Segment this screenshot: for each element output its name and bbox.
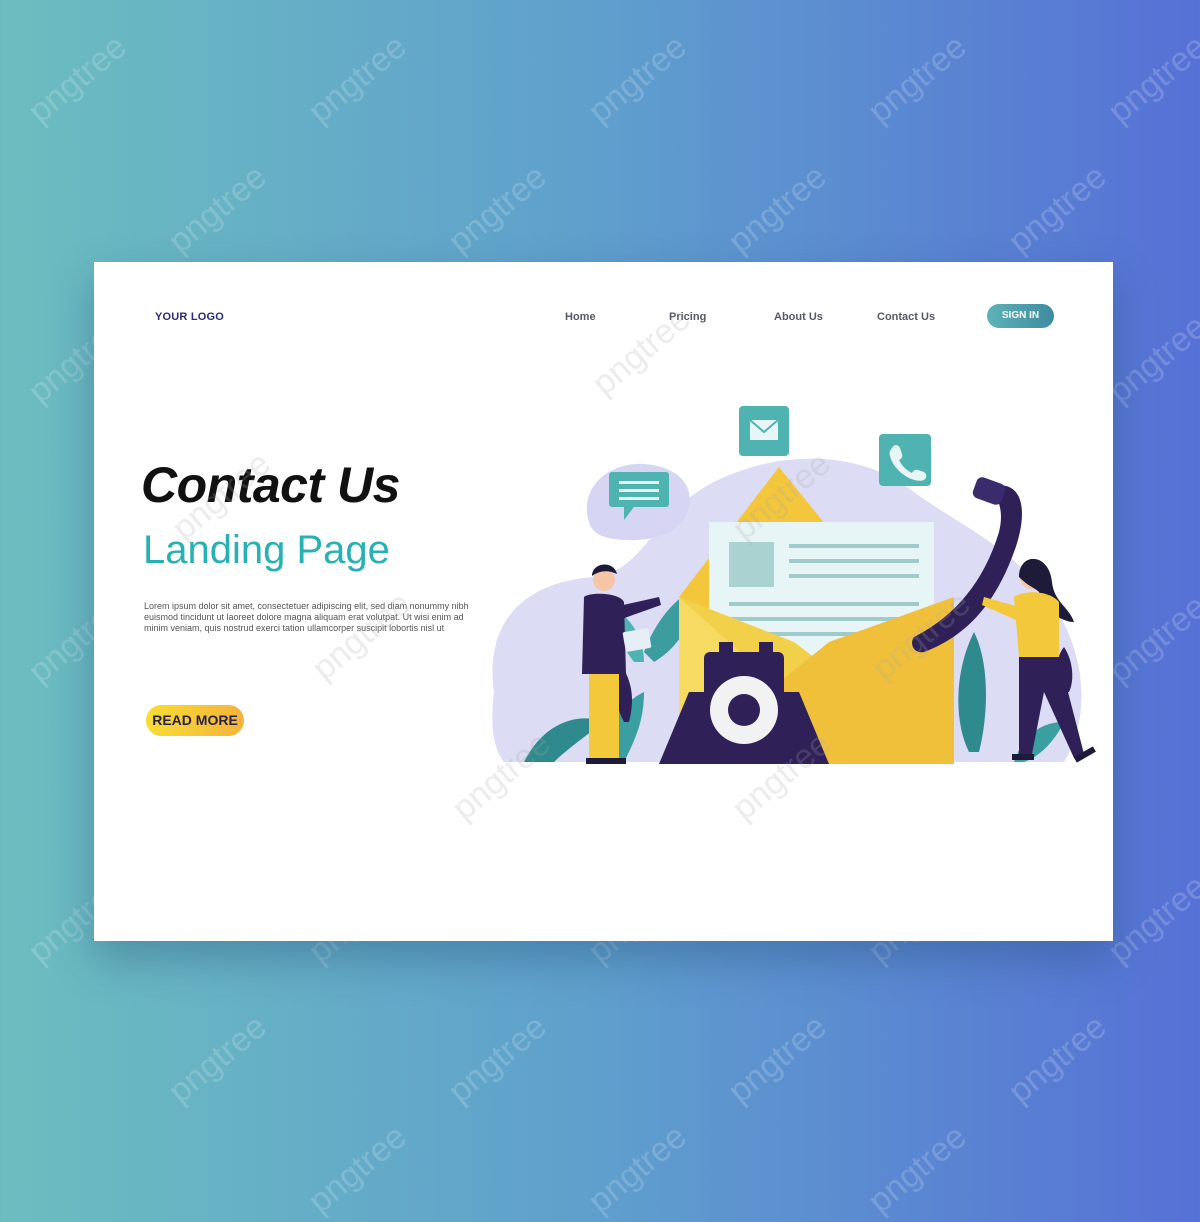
hero-body-text: Lorem ipsum dolor sit amet, consectetuer…	[144, 601, 469, 633]
read-more-button[interactable]: READ MORE	[146, 705, 244, 736]
watermark: pngtree	[580, 1117, 694, 1221]
watermark: pngtree	[440, 157, 554, 261]
landing-page-card: YOUR LOGO Home Pricing About Us Contact …	[94, 262, 1113, 941]
letter-photo	[729, 542, 774, 587]
watermark: pngtree	[1100, 27, 1200, 131]
nav-home[interactable]: Home	[565, 311, 596, 323]
watermark: pngtree	[160, 1007, 274, 1111]
watermark: pngtree	[1000, 1007, 1114, 1111]
watermark: pngtree	[720, 1007, 834, 1111]
man-shoe	[586, 758, 606, 764]
phone-icon	[879, 434, 931, 486]
woman-top	[1014, 592, 1059, 657]
watermark: pngtree	[1100, 307, 1200, 411]
watermark: pngtree	[1100, 867, 1200, 971]
telephone-dial-center	[728, 694, 760, 726]
hero-title: Contact Us	[141, 457, 400, 513]
watermark: pngtree	[300, 1117, 414, 1221]
woman-shoe	[1012, 754, 1034, 760]
contact-illustration	[492, 406, 1096, 764]
telephone-cradle	[719, 642, 733, 656]
man-shoe	[606, 758, 626, 764]
watermark: pngtree	[1100, 587, 1200, 691]
nav-pricing[interactable]: Pricing	[669, 311, 706, 323]
mail-icon	[739, 406, 789, 456]
man-jacket	[582, 593, 626, 674]
nav-contact-us[interactable]: Contact Us	[877, 311, 935, 323]
man-legs	[589, 674, 619, 762]
telephone-cradle	[759, 642, 773, 656]
watermark: pngtree	[720, 157, 834, 261]
letter-line	[789, 544, 919, 548]
watermark: pngtree	[300, 27, 414, 131]
watermark: pngtree	[160, 157, 274, 261]
hero-subtitle: Landing Page	[143, 528, 390, 572]
letter-line	[789, 574, 919, 578]
watermark: pngtree	[580, 27, 694, 131]
watermark: pngtree	[20, 27, 134, 131]
watermark: pngtree	[440, 1007, 554, 1111]
nav-about-us[interactable]: About Us	[774, 311, 823, 323]
watermark: pngtree	[860, 27, 974, 131]
letter-line	[789, 559, 919, 563]
logo[interactable]: YOUR LOGO	[155, 311, 224, 323]
sign-in-button[interactable]: SIGN IN	[987, 304, 1054, 328]
watermark: pngtree	[860, 1117, 974, 1221]
watermark: pngtree	[1000, 157, 1114, 261]
letter-line	[729, 602, 919, 606]
